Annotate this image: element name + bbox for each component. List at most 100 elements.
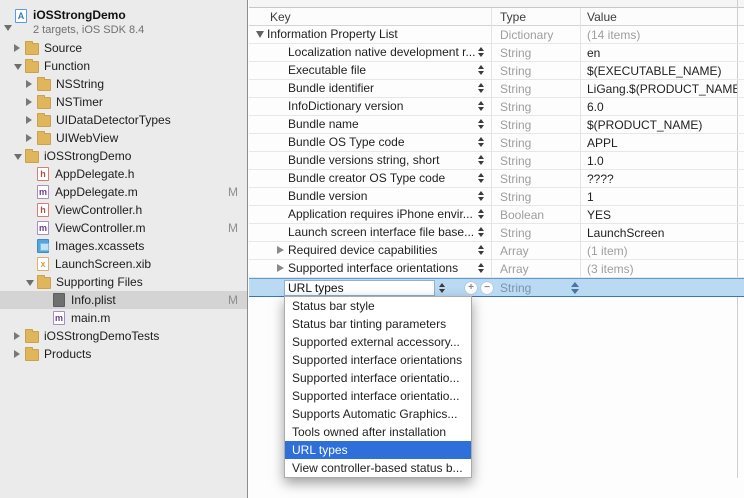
dropdown-option[interactable]: Supported interface orientations [285,351,471,369]
disclosure-expanded-icon[interactable] [14,152,25,160]
plist-row-launch-screen-interface[interactable]: Launch screen interface file base... Str… [249,224,744,242]
navigator-item-viewcontroller-h[interactable]: h ViewController.h [0,201,247,219]
plist-row-bundle-version[interactable]: Bundle version String 1 [249,188,744,206]
plist-value: (1 item) [580,244,737,258]
navigator-item-info-plist[interactable]: Info.plist M [0,291,247,309]
stepper-control[interactable] [478,191,484,201]
disclosure-collapsed-icon[interactable] [277,246,284,254]
plist-key: Bundle version [288,189,367,203]
plist-row-bundle-os-type-code[interactable]: Bundle OS Type code String APPL [249,134,744,152]
navigator-item-nsstring[interactable]: NSString [0,75,247,93]
plist-value: YES [580,208,737,222]
plist-value: $(PRODUCT_NAME) [580,118,737,132]
plist-key: Bundle identifier [288,81,374,95]
disclosure-collapsed-icon[interactable] [14,332,25,340]
folder-icon [37,115,51,127]
navigator-item-launchscreen-xib[interactable]: x LaunchScreen.xib [0,255,247,273]
plist-row-executable-file[interactable]: Executable file String $(EXECUTABLE_NAME… [249,62,744,80]
disclosure-collapsed-icon[interactable] [14,44,25,52]
stepper-control[interactable] [478,119,484,129]
navigator-item-nstimer[interactable]: NSTimer [0,93,247,111]
dropdown-option[interactable]: Status bar style [285,297,471,315]
disclosure-collapsed-icon[interactable] [277,264,284,272]
plist-type: String [491,100,580,114]
disclosure-collapsed-icon[interactable] [26,80,37,88]
navigator-item-uidatadetectortypes[interactable]: UIDataDetectorTypes [0,111,247,129]
project-navigator: A iOSStrongDemo 2 targets, iOS SDK 8.4 S… [0,0,248,498]
navigator-item-iosstrongdemo-group[interactable]: iOSStrongDemo [0,147,247,165]
navigator-item-function[interactable]: Function [0,57,247,75]
navigator-item-label: Info.plist [71,293,116,307]
stepper-control[interactable] [439,283,445,293]
plist-type: String [491,64,580,78]
plist-row-bundle-versions-string-short[interactable]: Bundle versions string, short String 1.0 [249,152,744,170]
navigator-item-appdelegate-m[interactable]: m AppDelegate.m M [0,183,247,201]
disclosure-collapsed-icon[interactable] [26,98,37,106]
dropdown-option[interactable]: View controller-based status b... [285,459,471,477]
dropdown-option[interactable]: Supported interface orientatio... [285,369,471,387]
disclosure-expanded-icon[interactable] [4,14,15,39]
navigator-item-products[interactable]: Products [0,345,247,363]
plist-row-bundle-name[interactable]: Bundle name String $(PRODUCT_NAME) [249,116,744,134]
dropdown-option[interactable]: Status bar tinting parameters [285,315,471,333]
plist-row-required-device-capabilities[interactable]: Required device capabilities Array (1 it… [249,242,744,260]
header-file-icon: h [37,203,49,217]
stepper-control[interactable] [478,155,484,165]
plist-row-bundle-creator-os-type-code[interactable]: Bundle creator OS Type code String ???? [249,170,744,188]
navigator-item-uiwebview[interactable]: UIWebView [0,129,247,147]
disclosure-expanded-icon[interactable] [26,278,37,286]
dropdown-option-selected[interactable]: URL types [285,441,471,459]
project-subtitle: 2 targets, iOS SDK 8.4 [33,24,144,36]
disclosure-expanded-icon[interactable] [256,31,264,38]
plist-value: en [580,46,737,60]
plist-key: Application requires iPhone envir... [288,207,473,221]
plist-row-infodictionary-version[interactable]: InfoDictionary version String 6.0 [249,98,744,116]
plist-row-localization[interactable]: Localization native development r... Str… [249,44,744,62]
folder-icon [25,61,39,73]
navigator-item-project-root[interactable]: A iOSStrongDemo 2 targets, iOS SDK 8.4 [0,8,247,39]
stepper-control[interactable] [478,83,484,93]
plist-row-bundle-identifier[interactable]: Bundle identifier String LiGang.$(PRODUC… [249,80,744,98]
stepper-control[interactable] [478,245,484,255]
plist-row-url-types-editing[interactable]: + − String [249,278,744,297]
plist-file-icon [53,293,65,307]
remove-item-button[interactable]: − [481,282,493,294]
plist-value: $(EXECUTABLE_NAME) [580,64,737,78]
folder-icon [37,133,51,145]
dropdown-option[interactable]: Supported external accessory... [285,333,471,351]
dropdown-option[interactable]: Supported interface orientatio... [285,387,471,405]
plist-type: Array [491,262,580,276]
dropdown-option[interactable]: Supports Automatic Graphics... [285,405,471,423]
dropdown-option[interactable]: Tools owned after installation [285,423,471,441]
stepper-control[interactable] [478,227,484,237]
navigator-item-supporting-files[interactable]: Supporting Files [0,273,247,291]
key-edit-field[interactable] [284,280,435,296]
navigator-item-viewcontroller-m[interactable]: m ViewController.m M [0,219,247,237]
stepper-control[interactable] [478,101,484,111]
stepper-control[interactable] [478,137,484,147]
disclosure-collapsed-icon[interactable] [14,350,25,358]
stepper-control[interactable] [478,47,484,57]
navigator-item-source[interactable]: Source [0,39,247,57]
stepper-control[interactable] [478,263,484,273]
type-popup-chevron-icon[interactable] [571,282,579,294]
add-item-button[interactable]: + [465,282,477,294]
plist-row-supported-interface-orientations[interactable]: Supported interface orientations Array (… [249,260,744,278]
modified-badge: M [228,293,238,307]
navigator-item-appdelegate-h[interactable]: h AppDelegate.h [0,165,247,183]
plist-type: Boolean [491,208,580,222]
disclosure-collapsed-icon[interactable] [26,116,37,124]
navigator-item-images-xcassets[interactable]: Images.xcassets [0,237,247,255]
plist-row-information-property-list[interactable]: Information Property List Dictionary (14… [249,26,744,44]
stepper-control[interactable] [478,173,484,183]
navigator-item-label: Products [44,347,91,361]
plist-type: String [491,226,580,240]
stepper-control[interactable] [478,209,484,219]
disclosure-collapsed-icon[interactable] [26,134,37,142]
stepper-control[interactable] [478,65,484,75]
navigator-item-iosstrongdemotests[interactable]: iOSStrongDemoTests [0,327,247,345]
plist-row-application-requires-iphone[interactable]: Application requires iPhone envir... Boo… [249,206,744,224]
plist-value: ???? [580,172,737,186]
disclosure-expanded-icon[interactable] [14,62,25,70]
navigator-item-main-m[interactable]: m main.m [0,309,247,327]
